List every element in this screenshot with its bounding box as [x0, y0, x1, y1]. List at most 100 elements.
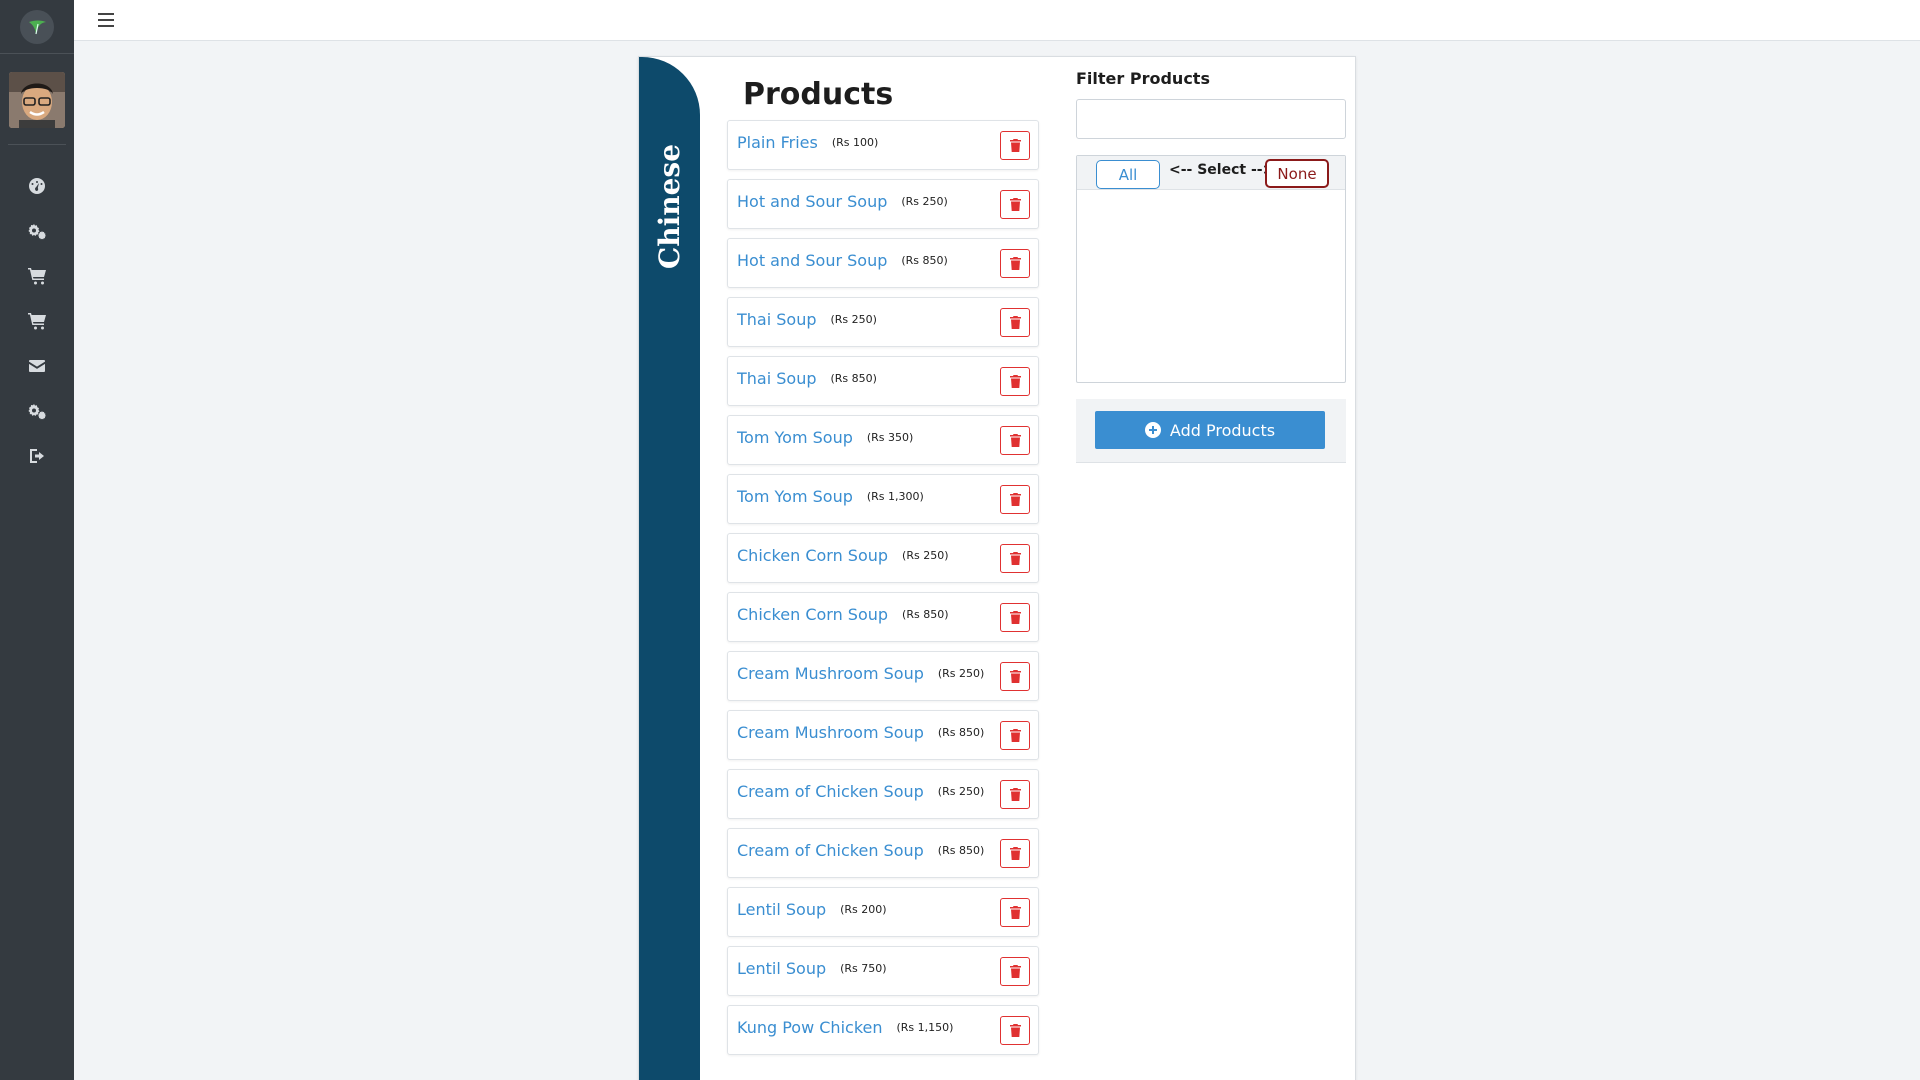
- product-row: Cream of Chicken Soup (Rs 850): [727, 828, 1039, 878]
- product-select-box[interactable]: All <-- Select --> None: [1076, 155, 1346, 383]
- delete-product-button[interactable]: [1000, 131, 1030, 160]
- product-name-link[interactable]: Kung Pow Chicken: [737, 1018, 883, 1037]
- product-name-link[interactable]: Hot and Sour Soup: [737, 192, 887, 211]
- product-name-link[interactable]: Chicken Corn Soup: [737, 546, 888, 565]
- delete-product-button[interactable]: [1000, 898, 1030, 927]
- product-price: (Rs 250): [937, 666, 985, 680]
- product-price: (Rs 1,150): [896, 1020, 954, 1034]
- logout-icon: [30, 448, 44, 463]
- trash-icon: [1009, 316, 1021, 329]
- trash-icon: [1009, 198, 1021, 211]
- product-name-link[interactable]: Chicken Corn Soup: [737, 605, 888, 624]
- category-card: Chinese Products Plain Fries (Rs 100) Hot …: [638, 56, 1356, 1080]
- delete-product-button[interactable]: [1000, 544, 1030, 573]
- product-row: Kung Pow Chicken (Rs 1,150): [727, 1005, 1039, 1055]
- delete-product-button[interactable]: [1000, 780, 1030, 809]
- delete-product-button[interactable]: [1000, 603, 1030, 632]
- delete-product-button[interactable]: [1000, 721, 1030, 750]
- select-all-button[interactable]: All: [1096, 160, 1160, 189]
- product-name-link[interactable]: Cream of Chicken Soup: [737, 841, 924, 860]
- sidebar-item-messages[interactable]: [0, 343, 74, 388]
- filter-title: Filter Products: [1076, 69, 1210, 88]
- delete-product-button[interactable]: [1000, 426, 1030, 455]
- delete-product-button[interactable]: [1000, 662, 1030, 691]
- category-tab-label-container: Chinese: [647, 121, 693, 291]
- trash-icon: [1009, 552, 1021, 565]
- trash-icon: [1009, 434, 1021, 447]
- product-price: (Rs 100): [831, 135, 879, 149]
- sidebar-item-settings-2[interactable]: [0, 388, 74, 433]
- sidebar-item-cart-2[interactable]: [0, 298, 74, 343]
- sidebar-item-logout[interactable]: [0, 433, 74, 478]
- filter-input[interactable]: [1076, 99, 1346, 139]
- trash-icon: [1009, 257, 1021, 270]
- sidebar-item-settings[interactable]: [0, 208, 74, 253]
- trash-icon: [1009, 139, 1021, 152]
- leaf-logo-icon: [29, 20, 46, 34]
- trash-icon: [1009, 788, 1021, 801]
- product-name-link[interactable]: Cream Mushroom Soup: [737, 723, 924, 742]
- product-name-link[interactable]: Hot and Sour Soup: [737, 251, 887, 270]
- product-name-link[interactable]: Lentil Soup: [737, 900, 826, 919]
- product-row: Hot and Sour Soup (Rs 850): [727, 238, 1039, 288]
- cart-icon: [28, 267, 46, 284]
- product-name-link[interactable]: Thai Soup: [737, 310, 817, 329]
- sidebar-nav: [0, 163, 74, 478]
- hamburger-icon[interactable]: [98, 13, 114, 27]
- product-name-link[interactable]: Tom Yom Soup: [737, 487, 853, 506]
- product-row: Chicken Corn Soup (Rs 850): [727, 592, 1039, 642]
- product-row: Lentil Soup (Rs 750): [727, 946, 1039, 996]
- product-name-link[interactable]: Cream Mushroom Soup: [737, 664, 924, 683]
- add-products-container: Add Products: [1076, 399, 1346, 463]
- avatar[interactable]: [9, 72, 65, 128]
- select-header: All <-- Select --> None: [1077, 156, 1345, 190]
- sidebar-item-dashboard[interactable]: [0, 163, 74, 208]
- product-price: (Rs 200): [840, 902, 887, 916]
- sidebar: [0, 0, 74, 1080]
- delete-product-button[interactable]: [1000, 485, 1030, 514]
- product-row: Plain Fries (Rs 100): [727, 120, 1039, 170]
- trash-icon: [1009, 611, 1021, 624]
- product-name-link[interactable]: Plain Fries: [737, 133, 818, 152]
- product-row: Thai Soup (Rs 250): [727, 297, 1039, 347]
- product-row: Thai Soup (Rs 850): [727, 356, 1039, 406]
- logo-container: [0, 0, 74, 54]
- product-row: Lentil Soup (Rs 200): [727, 887, 1039, 937]
- product-name-link[interactable]: Lentil Soup: [737, 959, 826, 978]
- product-price: (Rs 850): [901, 253, 948, 267]
- product-row: Cream of Chicken Soup (Rs 250): [727, 769, 1039, 819]
- category-tab-label: Chinese: [653, 143, 687, 269]
- product-row: Cream Mushroom Soup (Rs 250): [727, 651, 1039, 701]
- delete-product-button[interactable]: [1000, 957, 1030, 986]
- settings-icon: [28, 223, 46, 239]
- delete-product-button[interactable]: [1000, 190, 1030, 219]
- app-logo[interactable]: [20, 9, 54, 44]
- product-price: (Rs 1,300): [866, 489, 924, 503]
- trash-icon: [1009, 847, 1021, 860]
- trash-icon: [1009, 906, 1021, 919]
- delete-product-button[interactable]: [1000, 1016, 1030, 1045]
- product-price: (Rs 250): [902, 548, 949, 562]
- sidebar-item-cart-1[interactable]: [0, 253, 74, 298]
- delete-product-button[interactable]: [1000, 249, 1030, 278]
- product-price: (Rs 250): [901, 194, 948, 208]
- product-name-link[interactable]: Tom Yom Soup: [737, 428, 853, 447]
- plus-circle-icon: [1144, 422, 1161, 438]
- product-row: Tom Yom Soup (Rs 1,300): [727, 474, 1039, 524]
- product-price: (Rs 250): [830, 312, 877, 326]
- delete-product-button[interactable]: [1000, 308, 1030, 337]
- product-list: Plain Fries (Rs 100) Hot and Sour Soup (Rs …: [727, 120, 1039, 1064]
- product-row: Chicken Corn Soup (Rs 250): [727, 533, 1039, 583]
- avatar-container: [8, 54, 66, 145]
- product-price: (Rs 850): [937, 843, 985, 857]
- product-price: (Rs 850): [830, 371, 877, 385]
- product-price: (Rs 250): [937, 784, 985, 798]
- add-products-button[interactable]: Add Products: [1095, 411, 1325, 449]
- product-price: (Rs 850): [902, 607, 949, 621]
- trash-icon: [1009, 729, 1021, 742]
- select-none-button[interactable]: None: [1265, 159, 1329, 188]
- delete-product-button[interactable]: [1000, 839, 1030, 868]
- product-name-link[interactable]: Cream of Chicken Soup: [737, 782, 924, 801]
- delete-product-button[interactable]: [1000, 367, 1030, 396]
- product-name-link[interactable]: Thai Soup: [737, 369, 817, 388]
